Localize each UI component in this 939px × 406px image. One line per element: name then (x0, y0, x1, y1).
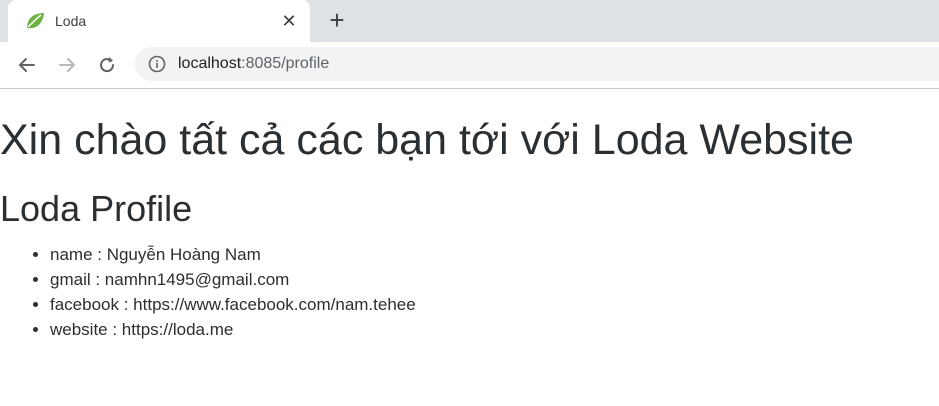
browser-toolbar: localhost:8085/profile (0, 42, 939, 89)
tab-strip: Loda ✕ + (0, 0, 939, 42)
profile-item-facebook: facebook : https://www.facebook.com/nam.… (50, 292, 416, 317)
back-button[interactable] (13, 51, 41, 79)
reload-icon (100, 57, 115, 73)
profile-item-name: name : Nguyễn Hoàng Nam (50, 242, 416, 267)
address-bar[interactable]: localhost:8085/profile (135, 47, 939, 81)
url-path: :8085/profile (241, 55, 330, 72)
spring-leaf-icon (25, 12, 45, 30)
forward-button[interactable] (53, 51, 81, 79)
profile-item-gmail: gmail : namhn1495@gmail.com (50, 267, 416, 292)
url-host: localhost (178, 55, 242, 72)
page-title: Xin chào tất cả các bạn tới với Loda Web… (0, 116, 854, 164)
reload-button[interactable] (93, 51, 121, 79)
close-icon[interactable]: ✕ (278, 11, 300, 33)
profile-list: name : Nguyễn Hoàng Nam gmail : namhn149… (0, 242, 416, 342)
tab-title: Loda (55, 13, 87, 29)
page-content: Xin chào tất cả các bạn tới với Loda Web… (0, 89, 939, 406)
profile-heading: Loda Profile (0, 188, 193, 229)
back-arrow-icon (19, 58, 35, 72)
tab-loda[interactable]: Loda ✕ (8, 0, 310, 42)
browser-window: Loda ✕ + localhost:8085/profile Xin chào… (0, 0, 939, 406)
new-tab-button[interactable]: + (322, 6, 352, 36)
profile-item-website: website : https://loda.me (50, 317, 416, 342)
forward-arrow-icon (59, 58, 75, 72)
url-text[interactable]: localhost:8085/profile (178, 55, 329, 73)
info-icon[interactable] (148, 55, 166, 73)
